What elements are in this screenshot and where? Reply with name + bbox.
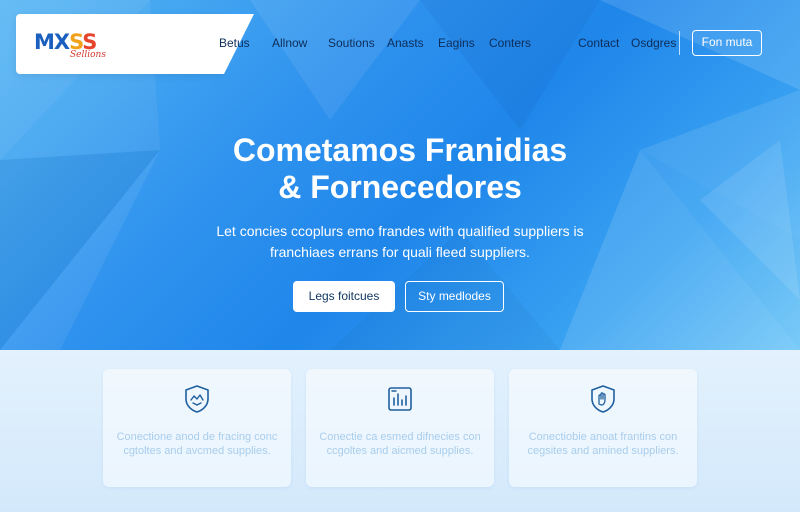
feature-text: Conectie ca esmed difnecies con ccgoltes…: [319, 431, 481, 457]
nav-link-conters[interactable]: Conters: [489, 36, 539, 50]
secondary-cta-button[interactable]: Sty medlodes: [405, 281, 504, 312]
hero-subtitle-line1: Let concies ccoplurs emo frandes with qu…: [216, 223, 584, 239]
nav-link-betus[interactable]: Betus: [219, 36, 272, 50]
nav-link-eagins[interactable]: Eagins: [438, 36, 489, 50]
hero-title-line2: & Fornecedores: [278, 169, 522, 205]
nav-link-soutions[interactable]: Soutions: [328, 36, 387, 50]
nav-link-allnow[interactable]: Allnow: [272, 36, 328, 50]
shield-badge-icon: [185, 385, 209, 413]
feature-card[interactable]: Conectione anod de fracing conc cgtoltes…: [103, 369, 291, 487]
nav-link-anasts[interactable]: Anasts: [387, 36, 438, 50]
top-navigation-bar: MXSS Sellions Betus Allnow Soutions Anas…: [0, 14, 800, 74]
main-menu: Betus Allnow Soutions Anasts Eagins Cont…: [219, 36, 539, 50]
feature-text: Conectione anod de fracing conc cgtoltes…: [116, 431, 278, 457]
secondary-menu: Contact Osdgres: [578, 36, 677, 50]
hero-title-line1: Cometamos Franidias: [232, 132, 568, 168]
hand-badge-icon: [591, 385, 615, 413]
primary-cta-button[interactable]: Legs foitcues: [293, 281, 395, 312]
nav-divider: [679, 31, 680, 55]
nav-link-osdgres[interactable]: Osdgres: [631, 36, 677, 50]
hero-title: Cometamos Franidias & Fornecedores: [0, 132, 800, 206]
hero-subtitle-line2: franchiaes errans for quali fleed suppli…: [270, 244, 530, 260]
hero-subtitle: Let concies ccoplurs emo frandes with qu…: [0, 221, 800, 263]
document-chart-icon: [388, 387, 412, 411]
feature-text: Conectiobie anoat frantins con cegsites …: [527, 431, 679, 457]
feature-card[interactable]: Conectiobie anoat frantins con cegsites …: [509, 369, 697, 487]
nav-link-contact[interactable]: Contact: [578, 36, 631, 50]
logo[interactable]: MXSS Sellions: [16, 14, 254, 74]
feature-card[interactable]: Conectie ca esmed difnecies con ccgoltes…: [306, 369, 494, 487]
logo-tagline: Sellions: [70, 50, 106, 60]
nav-cta-button[interactable]: Fon muta: [692, 30, 762, 56]
